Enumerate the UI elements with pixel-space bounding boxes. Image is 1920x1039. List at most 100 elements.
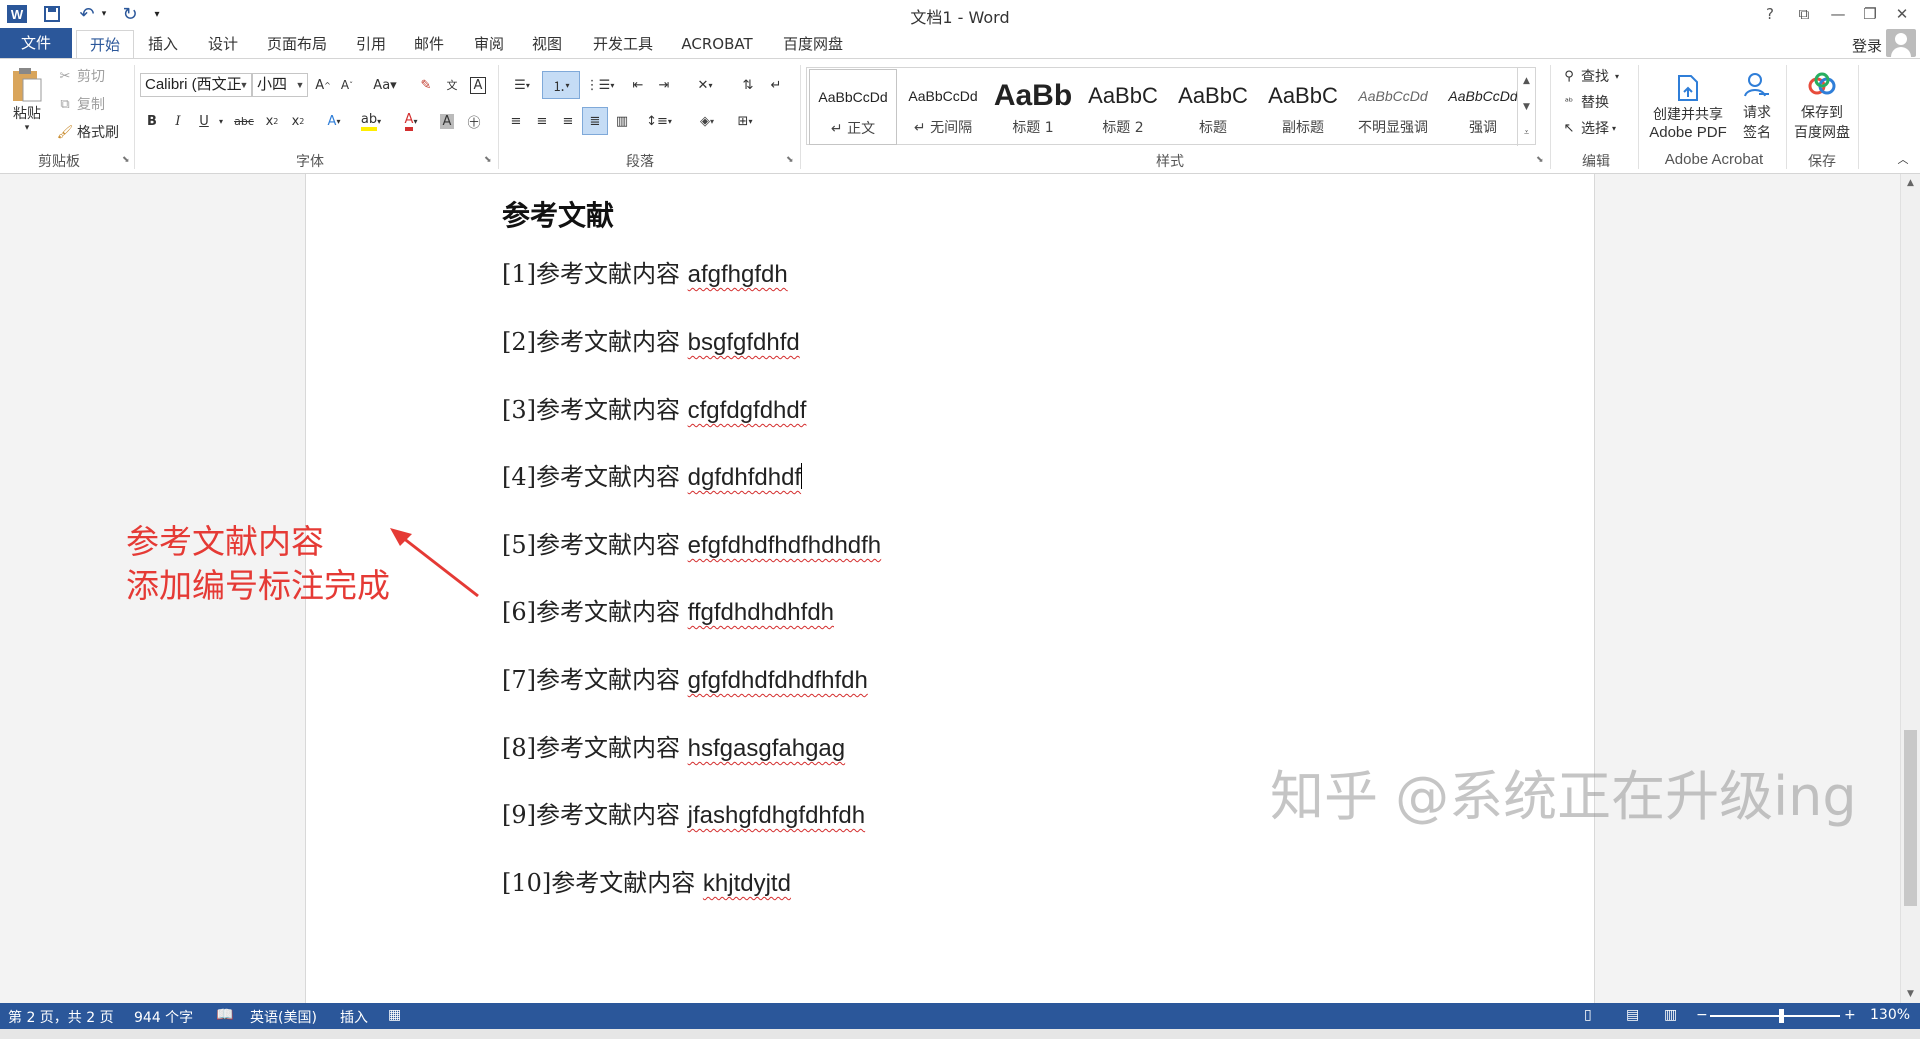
page-indicator[interactable]: 第 2 页，共 2 页 [8,1007,114,1027]
borders-icon[interactable]: ⊞ ▾ [728,109,762,133]
underline-button[interactable]: U [192,109,216,133]
zoom-level[interactable]: 130% [1870,1007,1910,1023]
tab-references[interactable]: 引用 [348,30,394,58]
strikethrough-button[interactable]: abc [230,109,258,133]
style-heading-1[interactable]: AaBb 标题 1 [989,69,1077,145]
word-count[interactable]: 944 个字 [134,1007,193,1027]
insert-mode[interactable]: 插入 [340,1007,368,1027]
bullets-button[interactable]: ☰ ▾ [504,73,540,97]
italic-button[interactable]: I [166,109,190,133]
style-subtle-emphasis[interactable]: AaBbCcDd 不明显强调 [1349,69,1437,145]
scroll-down-icon[interactable]: ▼ [1901,985,1920,1003]
character-border-icon[interactable]: A [466,73,490,97]
text-effects-button[interactable]: A ▾ [318,109,350,133]
scroll-thumb[interactable] [1904,730,1917,906]
tab-acrobat[interactable]: ACROBAT [676,30,758,58]
request-signature-button[interactable]: 请求 签名 [1732,67,1782,147]
tab-insert[interactable]: 插入 [140,30,186,58]
replace-button[interactable]: ᵃᵇ 替换 [1560,91,1609,113]
create-share-pdf-button[interactable]: 创建并共享 Adobe PDF [1644,67,1732,147]
shading-icon[interactable]: ◈ ▾ [690,109,724,133]
align-right-icon[interactable]: ≡ [556,109,580,133]
font-size-combo[interactable]: 小四 ▼ [252,73,308,97]
enclose-characters-icon[interactable]: ㊉ [462,109,486,133]
tab-view[interactable]: 视图 [524,30,570,58]
decrease-indent-icon[interactable]: ⇤ [626,73,650,97]
tab-review[interactable]: 审阅 [466,30,512,58]
tab-home[interactable]: 开始 [76,30,134,58]
style-emphasis[interactable]: AaBbCcDd 强调 [1439,69,1527,145]
align-center-icon[interactable]: ≡ [530,109,554,133]
align-left-icon[interactable]: ≡ [504,109,528,133]
numbering-button[interactable]: ⒈ ▾ [542,71,580,99]
style-title[interactable]: AaBbC 标题 [1169,69,1257,145]
print-layout-icon[interactable]: ▤ [1626,1007,1639,1023]
paragraph-dialog-launcher-icon[interactable]: ⬊ [786,155,796,165]
style-subtitle[interactable]: AaBbC 副标题 [1259,69,1347,145]
vertical-scrollbar[interactable]: ▲ ▼ [1900,174,1920,1003]
tab-design[interactable]: 设计 [200,30,246,58]
highlight-color-button[interactable]: ab ▾ [354,109,388,133]
shrink-font-button[interactable]: Aˇ [336,73,358,97]
sort-icon[interactable]: ⇅ [736,73,760,97]
bold-button[interactable]: B [140,109,164,133]
style-normal[interactable]: AaBbCcDd ↵ 正文 [809,69,897,145]
paste-button[interactable]: 粘贴 ▾ [6,65,48,135]
tab-file[interactable]: 文件 [0,28,72,58]
select-button[interactable]: ↖ 选择 ▾ [1560,117,1616,139]
font-color-button[interactable]: A ▾ [394,109,428,133]
increase-indent-icon[interactable]: ⇥ [652,73,676,97]
minimize-button[interactable]: — [1824,2,1852,26]
superscript-button[interactable]: x2 [286,109,310,133]
document-page[interactable]: 参考文献 [1]参考文献内容 afgfhgfdh [2]参考文献内容 bsgfg… [305,174,1595,1003]
login-link[interactable]: 登录 [1852,35,1882,56]
tab-layout[interactable]: 页面布局 [258,30,336,58]
collapse-ribbon-icon[interactable]: ︿ [1894,151,1912,167]
close-button[interactable]: ✕ [1888,2,1916,26]
character-shading-icon[interactable]: A [436,109,458,133]
font-dialog-launcher-icon[interactable]: ⬊ [484,155,494,165]
justify-icon[interactable]: ≣ [582,107,608,135]
gallery-down-icon[interactable]: ▼ [1517,94,1535,120]
distributed-icon[interactable]: ▥ [610,109,634,133]
web-layout-icon[interactable]: ▥ [1664,1007,1677,1023]
language-indicator[interactable]: 英语(美国) [250,1007,317,1027]
gallery-up-icon[interactable]: ▲ [1517,68,1535,94]
underline-dropdown-icon[interactable]: ▾ [216,109,226,133]
tab-baidu-netdisk[interactable]: 百度网盘 [776,30,850,58]
macro-record-icon[interactable]: ▦ [388,1007,401,1023]
change-case-button[interactable]: Aa▾ [368,73,402,97]
find-button[interactable]: ⚲ 查找 ▾ [1560,65,1619,87]
proofing-icon[interactable]: 📖 [216,1007,233,1023]
show-marks-icon[interactable]: ↵ [764,73,788,97]
zoom-in-button[interactable]: + [1844,1007,1856,1023]
multilevel-list-button[interactable]: ⋮☰ ▾ [582,73,618,97]
zoom-out-button[interactable]: − [1696,1007,1708,1023]
help-button[interactable]: ? [1756,2,1784,26]
phonetic-guide-icon[interactable]: 文 [440,73,464,97]
style-heading-2[interactable]: AaBbC 标题 2 [1079,69,1167,145]
gallery-more-icon[interactable]: ⩡ [1517,120,1535,146]
chinese-layout-icon[interactable]: ✕ ▾ [688,73,722,97]
style-no-spacing[interactable]: AaBbCcDd ↵ 无间隔 [899,69,987,145]
zoom-slider[interactable] [1710,1015,1840,1017]
font-name-combo[interactable]: Calibri (西文正 ▼ [140,73,252,97]
grow-font-button[interactable]: A ^ [312,73,334,97]
zoom-slider-knob[interactable] [1779,1009,1784,1023]
avatar[interactable] [1886,29,1916,57]
copy-button[interactable]: ⧉ 复制 [56,93,105,115]
tab-developer[interactable]: 开发工具 [584,30,662,58]
subscript-button[interactable]: x2 [260,109,284,133]
save-to-baidu-button[interactable]: 保存到 百度网盘 [1790,67,1854,147]
tab-mailings[interactable]: 邮件 [406,30,452,58]
ribbon-display-options-button[interactable]: ⧉ [1790,2,1818,26]
scroll-up-icon[interactable]: ▲ [1901,174,1920,192]
restore-button[interactable]: ❐ [1856,2,1884,26]
line-spacing-icon[interactable]: ↕≡ ▾ [642,109,676,133]
cut-button[interactable]: ✂ 剪切 [56,65,105,87]
styles-dialog-launcher-icon[interactable]: ⬊ [1536,155,1546,165]
format-painter-button[interactable]: 🖌 格式刷 [56,121,119,143]
clear-formatting-icon[interactable]: ✎ [414,73,438,97]
clipboard-dialog-launcher-icon[interactable]: ⬊ [122,155,132,165]
read-mode-icon[interactable]: ▯ [1584,1007,1592,1023]
